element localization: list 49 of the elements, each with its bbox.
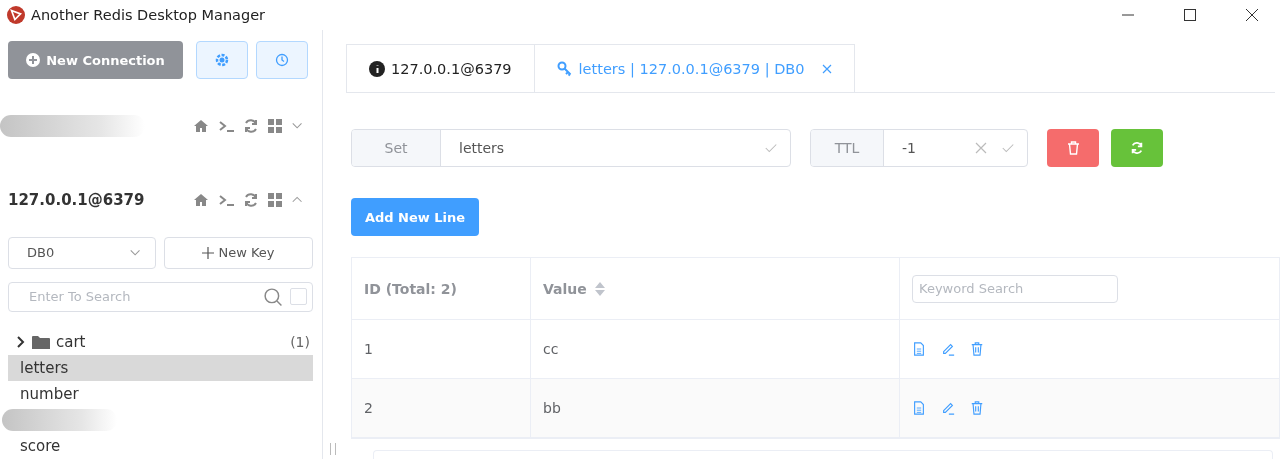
app-logo-icon (7, 6, 25, 24)
delete-icon[interactable] (970, 401, 984, 415)
trash-icon (1066, 141, 1080, 155)
database-select[interactable]: DB0 (8, 236, 156, 269)
document-icon[interactable] (912, 401, 926, 415)
key-icon (556, 60, 573, 77)
document-icon[interactable] (912, 342, 926, 356)
table-cell: 2 (364, 400, 373, 416)
exact-search-checkbox[interactable] (290, 288, 307, 306)
home-icon[interactable] (193, 191, 209, 208)
delete-key-button[interactable] (1047, 129, 1099, 167)
plus-circle-icon (26, 53, 41, 67)
column-header: ID (Total: 2) (364, 280, 457, 297)
maximize-icon[interactable] (1184, 9, 1196, 21)
table-cell: 1 (364, 341, 373, 357)
keyword-search-field[interactable]: Keyword Search (912, 274, 1118, 303)
refresh-icon (1130, 141, 1144, 155)
delete-icon[interactable] (970, 342, 984, 356)
sort-icon (594, 281, 605, 296)
edit-icon[interactable] (941, 401, 955, 415)
key-tree-item[interactable]: letters (8, 355, 313, 381)
chevron-right-icon (16, 336, 26, 348)
resize-handle[interactable] (330, 443, 336, 455)
key-tree-item[interactable]: score (8, 433, 313, 459)
window-title: Another Redis Desktop Manager (31, 7, 267, 23)
refresh-button[interactable] (1111, 129, 1163, 167)
key-tree-item[interactable]: number (8, 381, 313, 407)
grid-icon[interactable] (267, 191, 283, 208)
plus-icon (202, 246, 215, 259)
key-search-field[interactable]: Enter To Search (8, 281, 313, 312)
table-cell: cc (543, 341, 559, 357)
close-icon[interactable] (1246, 9, 1258, 21)
refresh-icon[interactable] (243, 191, 259, 208)
settings-icon (215, 53, 229, 67)
folder-icon (32, 334, 50, 350)
table-cell: bb (543, 400, 561, 416)
connection-name[interactable]: 127.0.0.1@6379 (8, 190, 145, 209)
history-button[interactable] (256, 41, 308, 79)
tab[interactable]: 127.0.0.1@6379 (346, 44, 535, 92)
settings-button[interactable] (196, 41, 248, 79)
new-key-button[interactable]: New Key (164, 236, 313, 269)
refresh-icon[interactable] (243, 117, 259, 134)
folder-tree-item[interactable]: cart (1) (8, 329, 313, 355)
clock-icon (275, 53, 289, 67)
info-icon (369, 60, 385, 77)
grid-icon[interactable] (267, 117, 283, 134)
search-icon (264, 287, 282, 306)
edit-icon[interactable] (941, 342, 955, 356)
home-icon[interactable] (193, 117, 209, 134)
